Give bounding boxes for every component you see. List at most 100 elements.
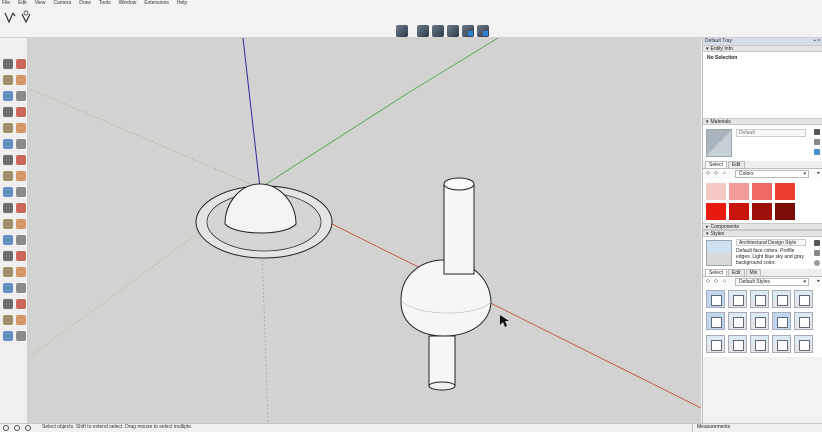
xyz-axis-icon[interactable]	[3, 10, 17, 24]
move-icon[interactable]	[3, 171, 13, 181]
circle-icon[interactable]	[3, 123, 13, 133]
style-thumbnail[interactable]	[750, 312, 769, 331]
pie-icon[interactable]	[16, 139, 26, 149]
styles-library-dropdown[interactable]: Default Styles ▾	[735, 278, 809, 286]
eraser-icon[interactable]	[16, 75, 26, 85]
paint-bucket-icon[interactable]	[3, 75, 13, 85]
material-swatch[interactable]	[706, 129, 732, 157]
style-name-field[interactable]: Architectural Design Style	[736, 239, 806, 246]
walk-icon[interactable]	[3, 331, 13, 341]
style-thumbnail[interactable]	[794, 312, 813, 331]
eraser-tool-icon[interactable]	[16, 59, 26, 69]
details-icon[interactable]: ▸	[817, 278, 820, 284]
back-view-icon[interactable]	[462, 25, 474, 37]
style-thumbnail[interactable]	[706, 334, 725, 353]
select-tool-icon[interactable]	[3, 59, 13, 69]
user-icon[interactable]	[25, 425, 31, 431]
dimension-icon[interactable]	[16, 219, 26, 229]
rotate-icon[interactable]	[3, 187, 13, 197]
color-swatch[interactable]	[729, 183, 749, 200]
zoom-icon[interactable]	[3, 283, 13, 293]
style-thumbnail[interactable]	[706, 312, 725, 331]
line-tool-icon[interactable]	[3, 91, 13, 101]
color-swatch[interactable]	[752, 183, 772, 200]
update-style-icon[interactable]	[814, 250, 820, 256]
three-point-arc-icon[interactable]	[16, 155, 26, 165]
refresh-icon[interactable]	[814, 260, 820, 266]
close-icon[interactable]: ▪ ×	[814, 38, 820, 45]
tab-mix[interactable]: Mix	[745, 269, 762, 276]
color-swatch[interactable]	[729, 203, 749, 220]
style-thumbnail[interactable]	[728, 334, 747, 353]
styles-header[interactable]: ▾ Styles	[703, 230, 822, 237]
sun-axis-icon[interactable]	[19, 10, 33, 24]
materials-header[interactable]: ▾ Materials	[703, 118, 822, 125]
arc-icon[interactable]	[3, 139, 13, 149]
drawing-canvas[interactable]	[28, 38, 701, 423]
color-swatch[interactable]	[775, 183, 795, 200]
back-icon[interactable]: ◇	[706, 170, 710, 176]
polygon-icon[interactable]	[16, 123, 26, 133]
look-around-icon[interactable]	[16, 315, 26, 325]
two-point-arc-icon[interactable]	[3, 155, 13, 165]
create-style-icon[interactable]	[814, 240, 820, 246]
style-thumbnail[interactable]	[794, 290, 813, 308]
left-view-icon[interactable]	[477, 25, 489, 37]
credits-icon[interactable]	[14, 425, 20, 431]
materials-library-dropdown[interactable]: Colors ▾	[735, 170, 809, 178]
sample-paint-icon[interactable]	[814, 129, 820, 135]
offset-icon[interactable]	[16, 203, 26, 213]
pan-icon[interactable]	[16, 267, 26, 277]
style-thumbnail[interactable]	[794, 334, 813, 353]
forward-icon[interactable]: ◇	[714, 170, 718, 176]
style-thumbnail[interactable]	[772, 290, 791, 308]
freehand-icon[interactable]	[16, 91, 26, 101]
front-view-icon[interactable]	[432, 25, 444, 37]
orbit-icon[interactable]	[3, 267, 13, 277]
tape-measure-icon[interactable]	[3, 219, 13, 229]
push-pull-icon[interactable]	[16, 171, 26, 181]
style-thumbnail[interactable]	[706, 290, 725, 308]
tab-edit[interactable]: Edit	[727, 161, 745, 168]
dome-with-ring[interactable]	[195, 183, 333, 259]
model-viewport[interactable]	[28, 38, 701, 423]
3d-text-icon[interactable]	[16, 251, 26, 261]
style-thumbnail[interactable]	[728, 312, 747, 331]
style-thumbnail[interactable]	[750, 290, 769, 308]
section-plane-icon[interactable]	[16, 331, 26, 341]
color-swatch[interactable]	[752, 203, 772, 220]
follow-me-icon[interactable]	[16, 187, 26, 197]
entity-info-header[interactable]: ▾ Entity Info	[703, 45, 822, 52]
right-view-icon[interactable]	[447, 25, 459, 37]
geolocation-icon[interactable]	[3, 425, 9, 431]
components-header[interactable]: ▸ Components	[703, 223, 822, 230]
color-swatch[interactable]	[706, 203, 726, 220]
style-thumbnail[interactable]	[772, 312, 791, 331]
iso-view-icon[interactable]	[396, 25, 408, 37]
tab-select[interactable]: Select	[705, 269, 727, 276]
cylinder-with-dome[interactable]	[400, 177, 492, 391]
color-swatch[interactable]	[775, 203, 795, 220]
material-name-field[interactable]: Default	[736, 129, 806, 137]
forward-icon[interactable]: ◇	[714, 278, 718, 284]
protractor-icon[interactable]	[3, 235, 13, 245]
style-thumbnail[interactable]	[772, 334, 791, 353]
rotated-rectangle-icon[interactable]	[16, 107, 26, 117]
top-view-icon[interactable]	[417, 25, 429, 37]
back-icon[interactable]: ◇	[706, 278, 710, 284]
tab-edit[interactable]: Edit	[727, 269, 745, 276]
home-icon[interactable]: ⌂	[723, 278, 726, 284]
zoom-window-icon[interactable]	[16, 283, 26, 293]
home-icon[interactable]: ⌂	[723, 170, 726, 176]
text-icon[interactable]	[16, 235, 26, 245]
details-icon[interactable]: ▸	[817, 170, 820, 176]
style-thumbnail[interactable]	[728, 290, 747, 308]
previous-view-icon[interactable]	[16, 299, 26, 309]
axes-icon[interactable]	[3, 251, 13, 261]
default-material-icon[interactable]	[814, 149, 820, 155]
color-swatch[interactable]	[706, 183, 726, 200]
position-camera-icon[interactable]	[3, 315, 13, 325]
scale-icon[interactable]	[3, 203, 13, 213]
zoom-extents-icon[interactable]	[3, 299, 13, 309]
create-material-icon[interactable]	[814, 139, 820, 145]
